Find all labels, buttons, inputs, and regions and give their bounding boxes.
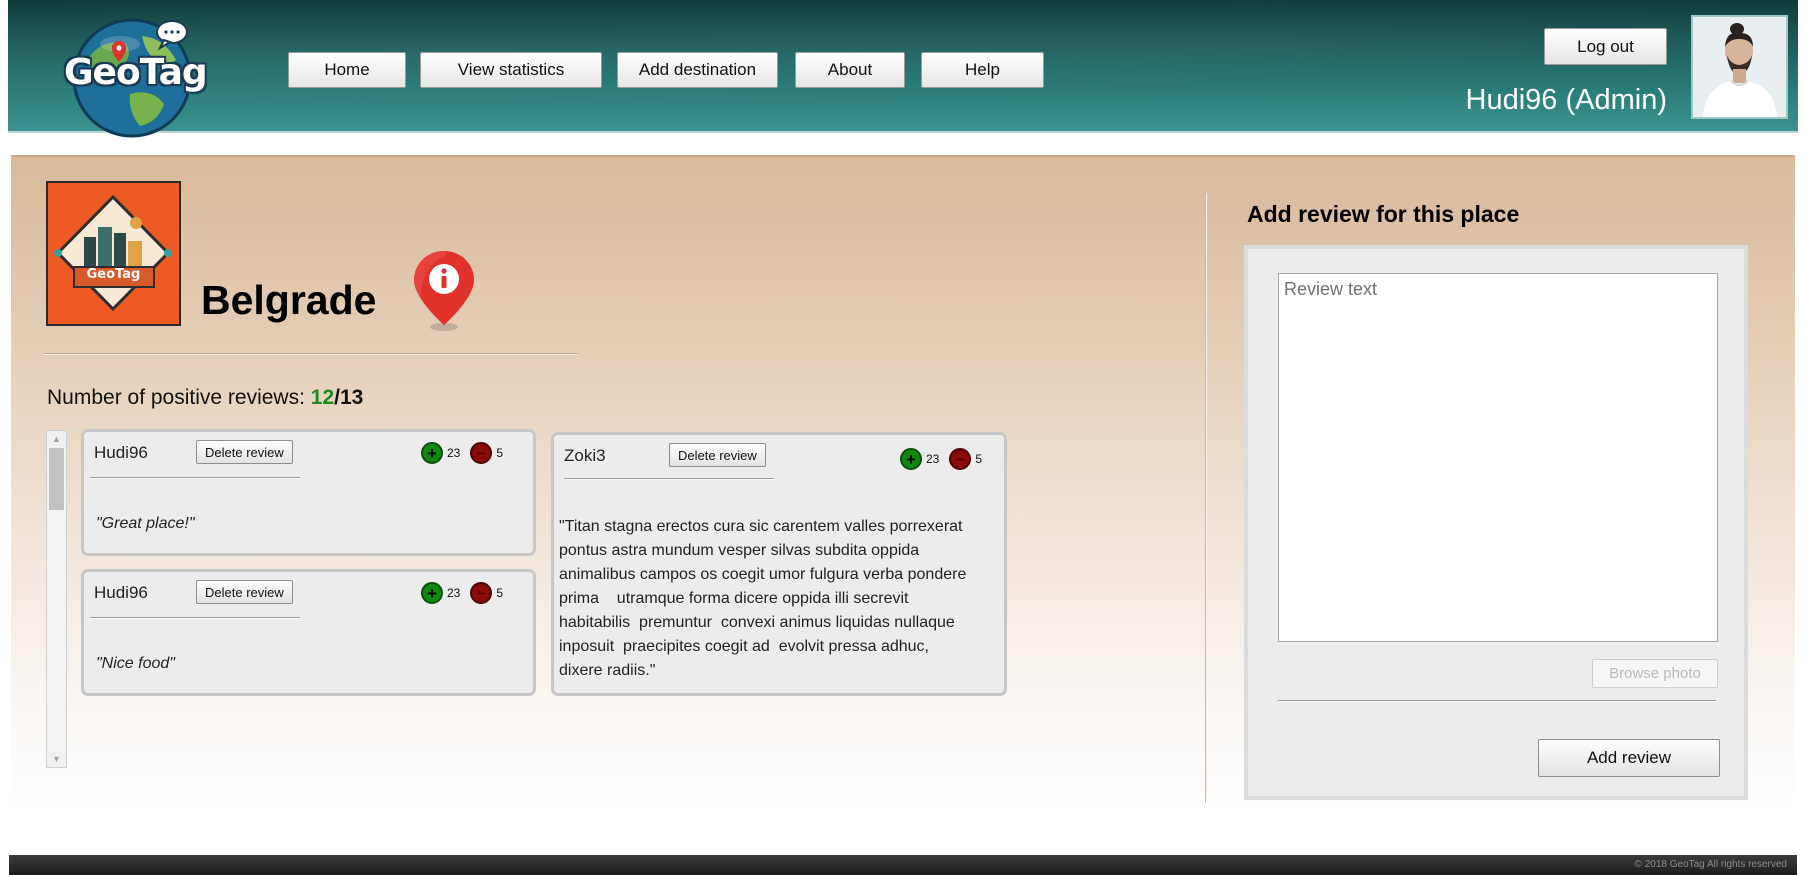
title-divider — [43, 353, 578, 355]
scroll-down-icon[interactable]: ▼ — [47, 751, 66, 767]
avatar[interactable] — [1691, 15, 1788, 119]
info-pin-button[interactable] — [407, 247, 481, 333]
review-text-line: prima utramque forma dicere oppida illi … — [559, 590, 909, 607]
site-header: Home View statistics Add destination Abo… — [8, 0, 1798, 133]
review-votes: + 23 − 5 — [421, 442, 503, 464]
logout-button[interactable]: Log out — [1544, 28, 1667, 65]
downvote-icon[interactable]: − — [949, 448, 972, 470]
reviews-scrollbar[interactable]: ▲ ▼ — [46, 430, 67, 768]
add-review-form: Browse photo Add review — [1244, 245, 1748, 800]
delete-review-button[interactable]: Delete review — [196, 440, 293, 464]
delete-review-button[interactable]: Delete review — [669, 443, 766, 467]
upvote-icon[interactable]: + — [421, 582, 443, 604]
review-card: Zoki3 Delete review + 23 − 5 "Titan stag… — [551, 432, 1007, 696]
user-display-name: Hudi96 (Admin) — [1465, 84, 1667, 116]
review-votes: + 23 − 5 — [900, 448, 982, 470]
nav-help-button[interactable]: Help — [921, 52, 1044, 88]
review-card: Hudi96 Delete review + 23 − 5 "Nice food… — [81, 569, 536, 696]
downvote-count: 5 — [975, 452, 983, 466]
total-reviews-count: 13 — [339, 386, 364, 409]
review-text-line: animalibus campos os coegit umor fulgura… — [559, 566, 967, 583]
review-text-line: pontus astra mundum vesper silvas subdit… — [559, 542, 920, 559]
upvote-icon[interactable]: + — [421, 442, 443, 464]
review-text-line: habitabilis premuntur convexi animus liq… — [559, 614, 955, 631]
place-details-panel: GeoTag Belgrade Number of positive revie… — [11, 155, 1795, 817]
upvote-count: 23 — [447, 446, 461, 460]
review-text-line: "Titan stagna erectos cura sic carentem … — [559, 518, 963, 535]
positive-reviews-count: 12 — [310, 386, 335, 409]
review-author: Hudi96 — [94, 583, 148, 602]
review-author: Zoki3 — [564, 446, 606, 465]
add-review-button[interactable]: Add review — [1538, 739, 1720, 777]
panel-divider — [1205, 193, 1207, 803]
review-votes: + 23 − 5 — [421, 582, 503, 604]
info-pin-icon — [414, 251, 474, 331]
site-footer: © 2018 GeoTag All rights reserved — [9, 855, 1797, 875]
downvote-count: 5 — [496, 446, 504, 460]
nav-home-button[interactable]: Home — [288, 52, 406, 88]
upvote-count: 23 — [447, 586, 461, 600]
review-card: Hudi96 Delete review + 23 − 5 "Great pla… — [81, 429, 536, 556]
city-badge-icon — [48, 183, 179, 324]
downvote-count: 5 — [496, 586, 504, 600]
review-author: Hudi96 — [94, 443, 148, 462]
positive-reviews-label: Number of positive reviews: — [47, 386, 311, 409]
delete-review-button[interactable]: Delete review — [196, 580, 293, 604]
place-image: GeoTag — [46, 181, 181, 326]
place-title: Belgrade — [201, 277, 377, 323]
place-image-label: GeoTag — [86, 267, 141, 282]
copyright-text: © 2018 GeoTag All rights reserved — [1634, 859, 1787, 870]
review-text-line: dixere radiis." — [559, 662, 656, 679]
nav-view-statistics-button[interactable]: View statistics — [420, 52, 602, 88]
positive-reviews-summary: Number of positive reviews: 12/13 — [47, 386, 363, 410]
review-divider — [90, 477, 300, 479]
review-text-input[interactable] — [1278, 273, 1718, 642]
logo-text: GeoTag — [64, 52, 208, 93]
review-divider — [90, 617, 300, 619]
downvote-icon[interactable]: − — [470, 442, 493, 464]
review-text-line: inposuit praecipites coegit ad evolvit p… — [559, 638, 929, 655]
upvote-count: 23 — [926, 452, 940, 466]
form-divider — [1278, 700, 1716, 702]
review-text: "Titan stagna erectos cura sic carentem … — [559, 515, 966, 683]
browse-photo-button[interactable]: Browse photo — [1592, 659, 1718, 688]
review-divider — [564, 478, 774, 480]
review-text: "Nice food" — [96, 655, 175, 672]
downvote-icon[interactable]: − — [470, 582, 493, 604]
scroll-thumb[interactable] — [49, 448, 64, 510]
user-portrait-icon — [1693, 17, 1786, 117]
add-review-title: Add review for this place — [1247, 201, 1520, 227]
review-text: "Great place!" — [96, 515, 195, 532]
nav-about-button[interactable]: About — [795, 52, 905, 88]
nav-add-destination-button[interactable]: Add destination — [617, 52, 778, 88]
scroll-up-icon[interactable]: ▲ — [47, 431, 66, 447]
upvote-icon[interactable]: + — [900, 448, 922, 470]
